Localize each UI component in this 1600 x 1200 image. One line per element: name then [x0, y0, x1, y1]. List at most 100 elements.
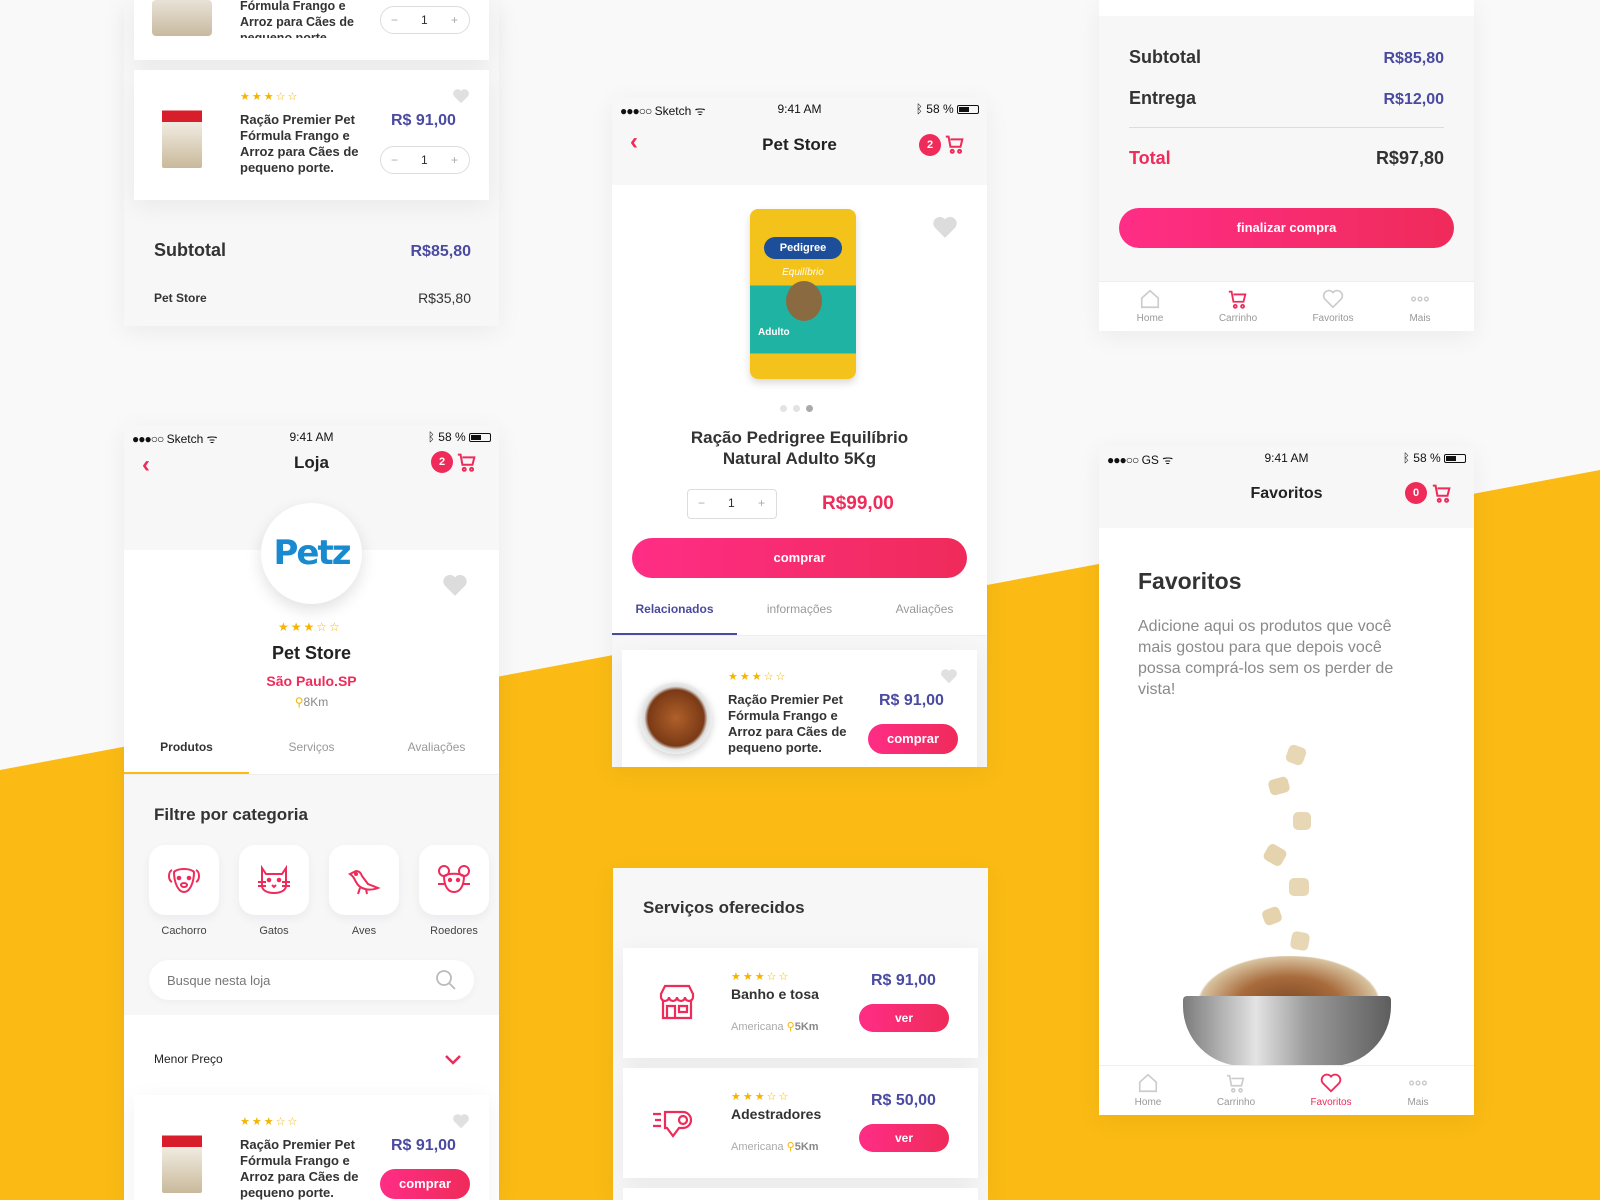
nav-home[interactable]: Home	[1115, 288, 1185, 324]
buy-button[interactable]: comprar	[632, 538, 967, 578]
category-roedores[interactable]	[419, 845, 489, 915]
store-screen: ●●●○○ Sketch ᯤ 9:41 AM ᛒ 58 % ‹ Loja 2 P…	[124, 425, 499, 1200]
category-label-roedores: Roedores	[430, 925, 478, 937]
services-title: Serviços oferecidos	[643, 898, 805, 917]
product-price: R$99,00	[822, 493, 894, 514]
dog-icon	[168, 868, 200, 894]
carousel-dots[interactable]	[780, 399, 813, 417]
service-name: Adestradores	[731, 1106, 822, 1122]
cart-icon[interactable]	[456, 451, 478, 478]
service-price: R$ 91,00	[871, 972, 936, 989]
service-card: ★★★☆☆ Adestradores Americana ⚲5Km R$ 50,…	[623, 1068, 978, 1178]
service-name: Banho e tosa	[731, 986, 819, 1002]
cart-icon[interactable]	[944, 133, 966, 160]
see-button[interactable]: ver	[859, 1004, 949, 1032]
product-name: Ração Premier Pet Fórmula Frango e Arroz…	[240, 112, 359, 175]
nav-favoritos[interactable]: Favoritos	[1296, 1072, 1366, 1108]
nav-mais[interactable]: Mais	[1383, 1072, 1453, 1108]
sort-dropdown[interactable]: Menor Preço	[124, 1035, 499, 1085]
category-cachorro[interactable]	[149, 845, 219, 915]
rating-stars: ★★★☆☆	[728, 671, 788, 683]
home-icon	[1140, 289, 1160, 309]
store-label: Pet Store	[154, 291, 207, 305]
tab-relacionados[interactable]: Relacionados	[612, 602, 737, 616]
store-value: R$35,80	[418, 290, 471, 306]
cart-icon[interactable]	[1431, 482, 1453, 509]
favorite-heart-icon[interactable]	[452, 88, 470, 109]
heart-icon	[1320, 1073, 1342, 1093]
minus-icon[interactable]: −	[391, 153, 398, 167]
store-front-icon	[659, 984, 695, 1020]
store-name: Pet Store	[271, 643, 352, 663]
chevron-down-icon[interactable]	[445, 1055, 461, 1065]
product-name: Ração Premier Pet Fórmula Frango e Arroz…	[728, 692, 847, 755]
location-pin-icon: ⚲	[786, 1021, 795, 1033]
plus-icon[interactable]: +	[451, 153, 458, 167]
related-product-card: ★★★☆☆ Ração Premier Pet Fórmula Frango e…	[622, 650, 977, 767]
nav-favoritos[interactable]: Favoritos	[1298, 288, 1368, 324]
store-logo: Petz	[261, 503, 362, 604]
product-price: R$ 91,00	[391, 112, 456, 129]
nav-carrinho[interactable]: Carrinho	[1201, 1072, 1271, 1108]
product-name: Ração Pedrigree Equilíbrio Natural Adult…	[690, 428, 909, 468]
plus-icon[interactable]: +	[451, 13, 458, 27]
cart-item: Fórmula Frango e Arroz para Cães de pequ…	[134, 0, 489, 60]
tab-avaliacoes[interactable]: Avaliações	[374, 740, 499, 754]
rodent-icon	[438, 865, 470, 894]
product-price: R$ 91,00	[391, 1137, 456, 1154]
favorites-heading: Favoritos	[1138, 568, 1242, 594]
top-strip	[1099, 0, 1474, 16]
quantity-stepper[interactable]: − 1 +	[380, 146, 470, 174]
store-city: São Paulo.SP	[266, 673, 357, 689]
falling-kibble-image	[1099, 726, 1474, 1066]
cart-panel-top-left: Fórmula Frango e Arroz para Cães de pequ…	[124, 0, 499, 326]
favorites-empty-text: Adicione aqui os produtos que você mais …	[1138, 618, 1394, 698]
search-icon[interactable]	[434, 968, 458, 992]
favorite-heart-icon[interactable]	[442, 573, 468, 602]
tab-servicos[interactable]: Serviços	[249, 740, 374, 754]
location-pin-icon: ⚲	[294, 695, 304, 709]
favorite-heart-icon[interactable]	[940, 668, 958, 689]
product-name: Fórmula Frango e Arroz para Cães de pequ…	[240, 0, 354, 38]
home-icon	[1138, 1073, 1158, 1093]
bird-icon	[348, 869, 381, 895]
favorite-heart-icon[interactable]	[932, 215, 958, 244]
nav-home[interactable]: Home	[1113, 1072, 1183, 1108]
filter-title: Filtre por categoria	[154, 805, 308, 824]
cart-item: ★★★☆☆ Ração Premier Pet Fórmula Frango e…	[134, 70, 489, 200]
category-aves[interactable]	[329, 845, 399, 915]
status-bar: ●●●○○ Sketch ᯤ 9:41 AM ᛒ 58 %	[124, 425, 499, 447]
product-image	[152, 98, 212, 170]
tab-informacoes[interactable]: informações	[737, 602, 862, 616]
nav-carrinho[interactable]: Carrinho	[1203, 288, 1273, 324]
favorite-heart-icon[interactable]	[452, 1113, 470, 1134]
checkout-panel: Subtotal R$85,80 Entrega R$12,00 Total R…	[1099, 0, 1474, 331]
quantity-stepper[interactable]: − 1 +	[687, 489, 777, 519]
tab-divider	[612, 635, 987, 636]
category-gatos[interactable]	[239, 845, 309, 915]
divider	[1129, 127, 1444, 128]
buy-button[interactable]: comprar	[380, 1169, 470, 1199]
product-screen: ●●●○○ Sketch ᯤ 9:41 AM ᛒ 58 % ‹ Pet Stor…	[612, 97, 987, 767]
bottom-nav: Home Carrinho Favoritos Mais	[1099, 1065, 1474, 1115]
checkout-button[interactable]: finalizar compra	[1119, 208, 1454, 248]
see-button[interactable]: ver	[859, 1124, 949, 1152]
rating-stars: ★★★☆☆	[731, 1091, 791, 1103]
nav-mais[interactable]: Mais	[1385, 288, 1455, 324]
trainer-whistle-icon	[653, 1110, 693, 1138]
store-distance: ⚲8Km	[294, 695, 329, 709]
service-location: Americana ⚲5Km	[731, 1021, 819, 1033]
services-panel: Serviços oferecidos ★★★☆☆ Banho e tosa A…	[613, 868, 988, 1200]
tab-avaliacoes[interactable]: Avaliações	[862, 602, 987, 616]
buy-button[interactable]: comprar	[868, 724, 958, 754]
minus-icon[interactable]: −	[391, 13, 398, 27]
subtotal-label: Subtotal	[1129, 47, 1201, 67]
service-price: R$ 50,00	[871, 1092, 936, 1109]
product-name: Ração Premier Pet Fórmula Frango e Arroz…	[240, 1137, 359, 1200]
quantity-stepper[interactable]: − 1 +	[380, 6, 470, 34]
tab-produtos[interactable]: Produtos	[124, 740, 249, 754]
search-input[interactable]: Busque nesta loja	[149, 960, 474, 1000]
minus-icon[interactable]: −	[698, 496, 705, 510]
rating-stars: ★★★☆☆	[240, 1116, 300, 1128]
plus-icon[interactable]: +	[758, 496, 765, 510]
